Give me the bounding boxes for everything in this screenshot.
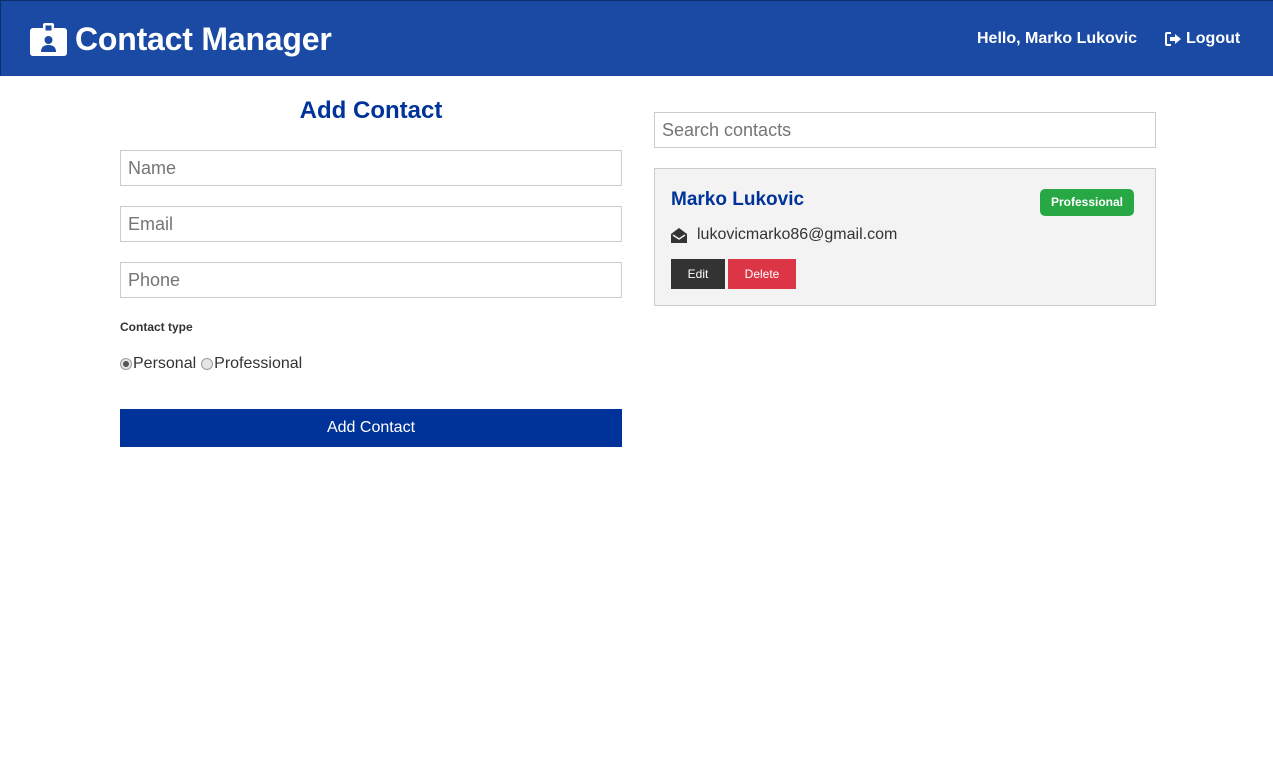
search-contacts-input[interactable] <box>654 112 1156 148</box>
user-greeting: Hello, Marko Lukovic <box>977 30 1138 47</box>
professional-radio-label[interactable]: Professional <box>214 355 302 373</box>
contact-email: lukovicmarko86@gmail.com <box>697 226 898 243</box>
professional-radio[interactable] <box>201 358 214 370</box>
contact-name: Marko Lukovic <box>671 189 805 210</box>
contact-email-row: lukovicmarko86@gmail.com <box>671 225 897 245</box>
logout-label: Logout <box>1186 30 1241 47</box>
sign-out-icon <box>1165 32 1181 46</box>
id-badge-icon <box>30 22 67 56</box>
personal-radio-label[interactable]: Personal <box>133 355 196 373</box>
edit-contact-button[interactable]: Edit <box>671 259 725 289</box>
brand[interactable]: Contact Manager <box>30 20 332 58</box>
contact-type-label: Contact type <box>120 320 193 334</box>
add-contact-button[interactable]: Add Contact <box>120 409 622 447</box>
logout-link[interactable]: Logout <box>1165 29 1240 49</box>
phone-input[interactable] <box>120 262 622 298</box>
contact-card: Marko Lukovic Professional lukovicmarko8… <box>654 168 1156 306</box>
name-input[interactable] <box>120 150 622 186</box>
email-input[interactable] <box>120 206 622 242</box>
navbar: Contact Manager Hello, Marko Lukovic Log… <box>0 0 1273 76</box>
contact-type-badge: Professional <box>1040 189 1134 216</box>
personal-radio[interactable] <box>120 358 132 370</box>
envelope-open-icon <box>671 227 687 243</box>
contact-type-radios: Personal Professional <box>120 355 307 373</box>
app-title: Contact Manager <box>75 21 332 57</box>
form-title: Add Contact <box>299 97 443 124</box>
delete-contact-button[interactable]: Delete <box>728 259 796 289</box>
add-contact-form: Add Contact Contact type Personal Profes… <box>120 95 622 447</box>
